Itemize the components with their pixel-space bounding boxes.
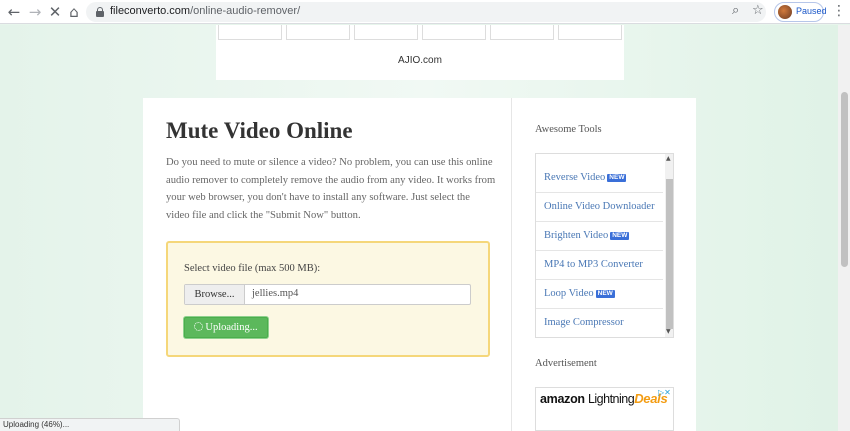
- ad-tile[interactable]: [558, 25, 622, 40]
- tool-link-label: Online Video Downloader: [544, 201, 655, 212]
- tools-list-scrollbar-thumb[interactable]: [666, 179, 673, 329]
- scroll-down-icon[interactable]: ▼: [666, 328, 671, 335]
- tool-link-label: Reverse Video: [544, 172, 606, 183]
- page-scrollbar-thumb[interactable]: [841, 92, 848, 267]
- avatar: [778, 5, 792, 19]
- new-badge: NEW: [610, 232, 630, 240]
- file-input[interactable]: Browse... jellies.mp4: [184, 284, 471, 305]
- ad-tile[interactable]: [490, 25, 554, 40]
- home-icon[interactable]: ⌂: [65, 3, 83, 21]
- profile-status: Paused: [796, 6, 827, 16]
- url-host: fileconverto.com: [110, 5, 191, 17]
- ad-tile[interactable]: [422, 25, 486, 40]
- tool-link-reverse-video[interactable]: Reverse Video NEW: [536, 164, 663, 193]
- new-badge: NEW: [607, 174, 627, 182]
- status-bar: Uploading (46%)...: [0, 418, 180, 431]
- tool-link-label: Image Compressor: [544, 317, 624, 328]
- tool-link-mp4-to-mp3-converter[interactable]: MP4 to MP3 Converter: [536, 251, 663, 280]
- menu-icon[interactable]: ⋮: [832, 3, 846, 19]
- amazon-ad-logo[interactable]: amazon LightningDeals: [540, 391, 668, 406]
- ad-tile[interactable]: [218, 25, 282, 40]
- advertisement-heading: Advertisement: [535, 358, 597, 369]
- ad-tile[interactable]: [354, 25, 418, 40]
- lock-icon: [96, 7, 104, 17]
- upload-panel: Select video file (max 500 MB): Browse..…: [166, 241, 490, 357]
- upload-label: Select video file (max 500 MB):: [184, 263, 321, 274]
- address-bar[interactable]: fileconverto.com/online-audio-remover/ ⌕…: [86, 2, 766, 22]
- ad-brand-label[interactable]: AJIO.com: [216, 55, 624, 66]
- stop-icon[interactable]: ✕: [46, 3, 64, 21]
- tools-list: Reverse Video NEW Online Video Downloader…: [535, 153, 674, 338]
- scroll-up-icon[interactable]: ▲: [666, 155, 671, 162]
- tool-link-label: Brighten Video: [544, 230, 609, 241]
- amazon-wordmark: amazon: [540, 392, 585, 406]
- submit-button-label: Uploading...: [205, 322, 258, 333]
- page-title: Mute Video Online: [166, 118, 353, 143]
- submit-button[interactable]: Uploading...: [184, 317, 268, 338]
- url-text: fileconverto.com/online-audio-remover/: [110, 5, 300, 17]
- profile-button[interactable]: Paused: [774, 2, 827, 22]
- amazon-ad[interactable]: amazon LightningDeals ▷✕: [535, 387, 674, 431]
- tool-link-label: Loop Video: [544, 288, 594, 299]
- selected-file-name: jellies.mp4: [252, 288, 299, 299]
- lightning-wordmark: Lightning: [587, 392, 635, 406]
- browse-button[interactable]: Browse...: [185, 285, 245, 304]
- zoom-icon[interactable]: ⌕: [732, 3, 739, 18]
- sidebar-heading: Awesome Tools: [535, 124, 602, 135]
- adchoices-icon[interactable]: ▷✕: [658, 388, 671, 397]
- browser-toolbar: ← → ✕ ⌂ fileconverto.com/online-audio-re…: [0, 0, 850, 24]
- intro-text: Do you need to mute or silence a video? …: [166, 157, 496, 221]
- tool-link-label: MP4 to MP3 Converter: [544, 259, 643, 270]
- url-path: /online-audio-remover/: [190, 5, 301, 17]
- tool-link-image-compressor[interactable]: Image Compressor: [536, 309, 663, 337]
- tool-link-loop-video[interactable]: Loop Video NEW: [536, 280, 663, 309]
- ad-tile[interactable]: [286, 25, 350, 40]
- new-badge: NEW: [595, 290, 615, 298]
- tool-link-brighten-video[interactable]: Brighten Video NEW: [536, 222, 663, 251]
- star-icon[interactable]: ☆: [752, 3, 764, 18]
- forward-icon[interactable]: →: [26, 3, 44, 21]
- ad-tiles: [218, 25, 622, 40]
- main-column: Mute Video Online Do you need to mute or…: [143, 98, 512, 431]
- back-icon[interactable]: ←: [5, 3, 23, 21]
- spinner-icon: [194, 322, 204, 331]
- top-ad-banner[interactable]: AJIO.com: [216, 25, 624, 80]
- tool-link-online-video-downloader[interactable]: Online Video Downloader: [536, 193, 663, 222]
- content-card: Mute Video Online Do you need to mute or…: [143, 98, 696, 431]
